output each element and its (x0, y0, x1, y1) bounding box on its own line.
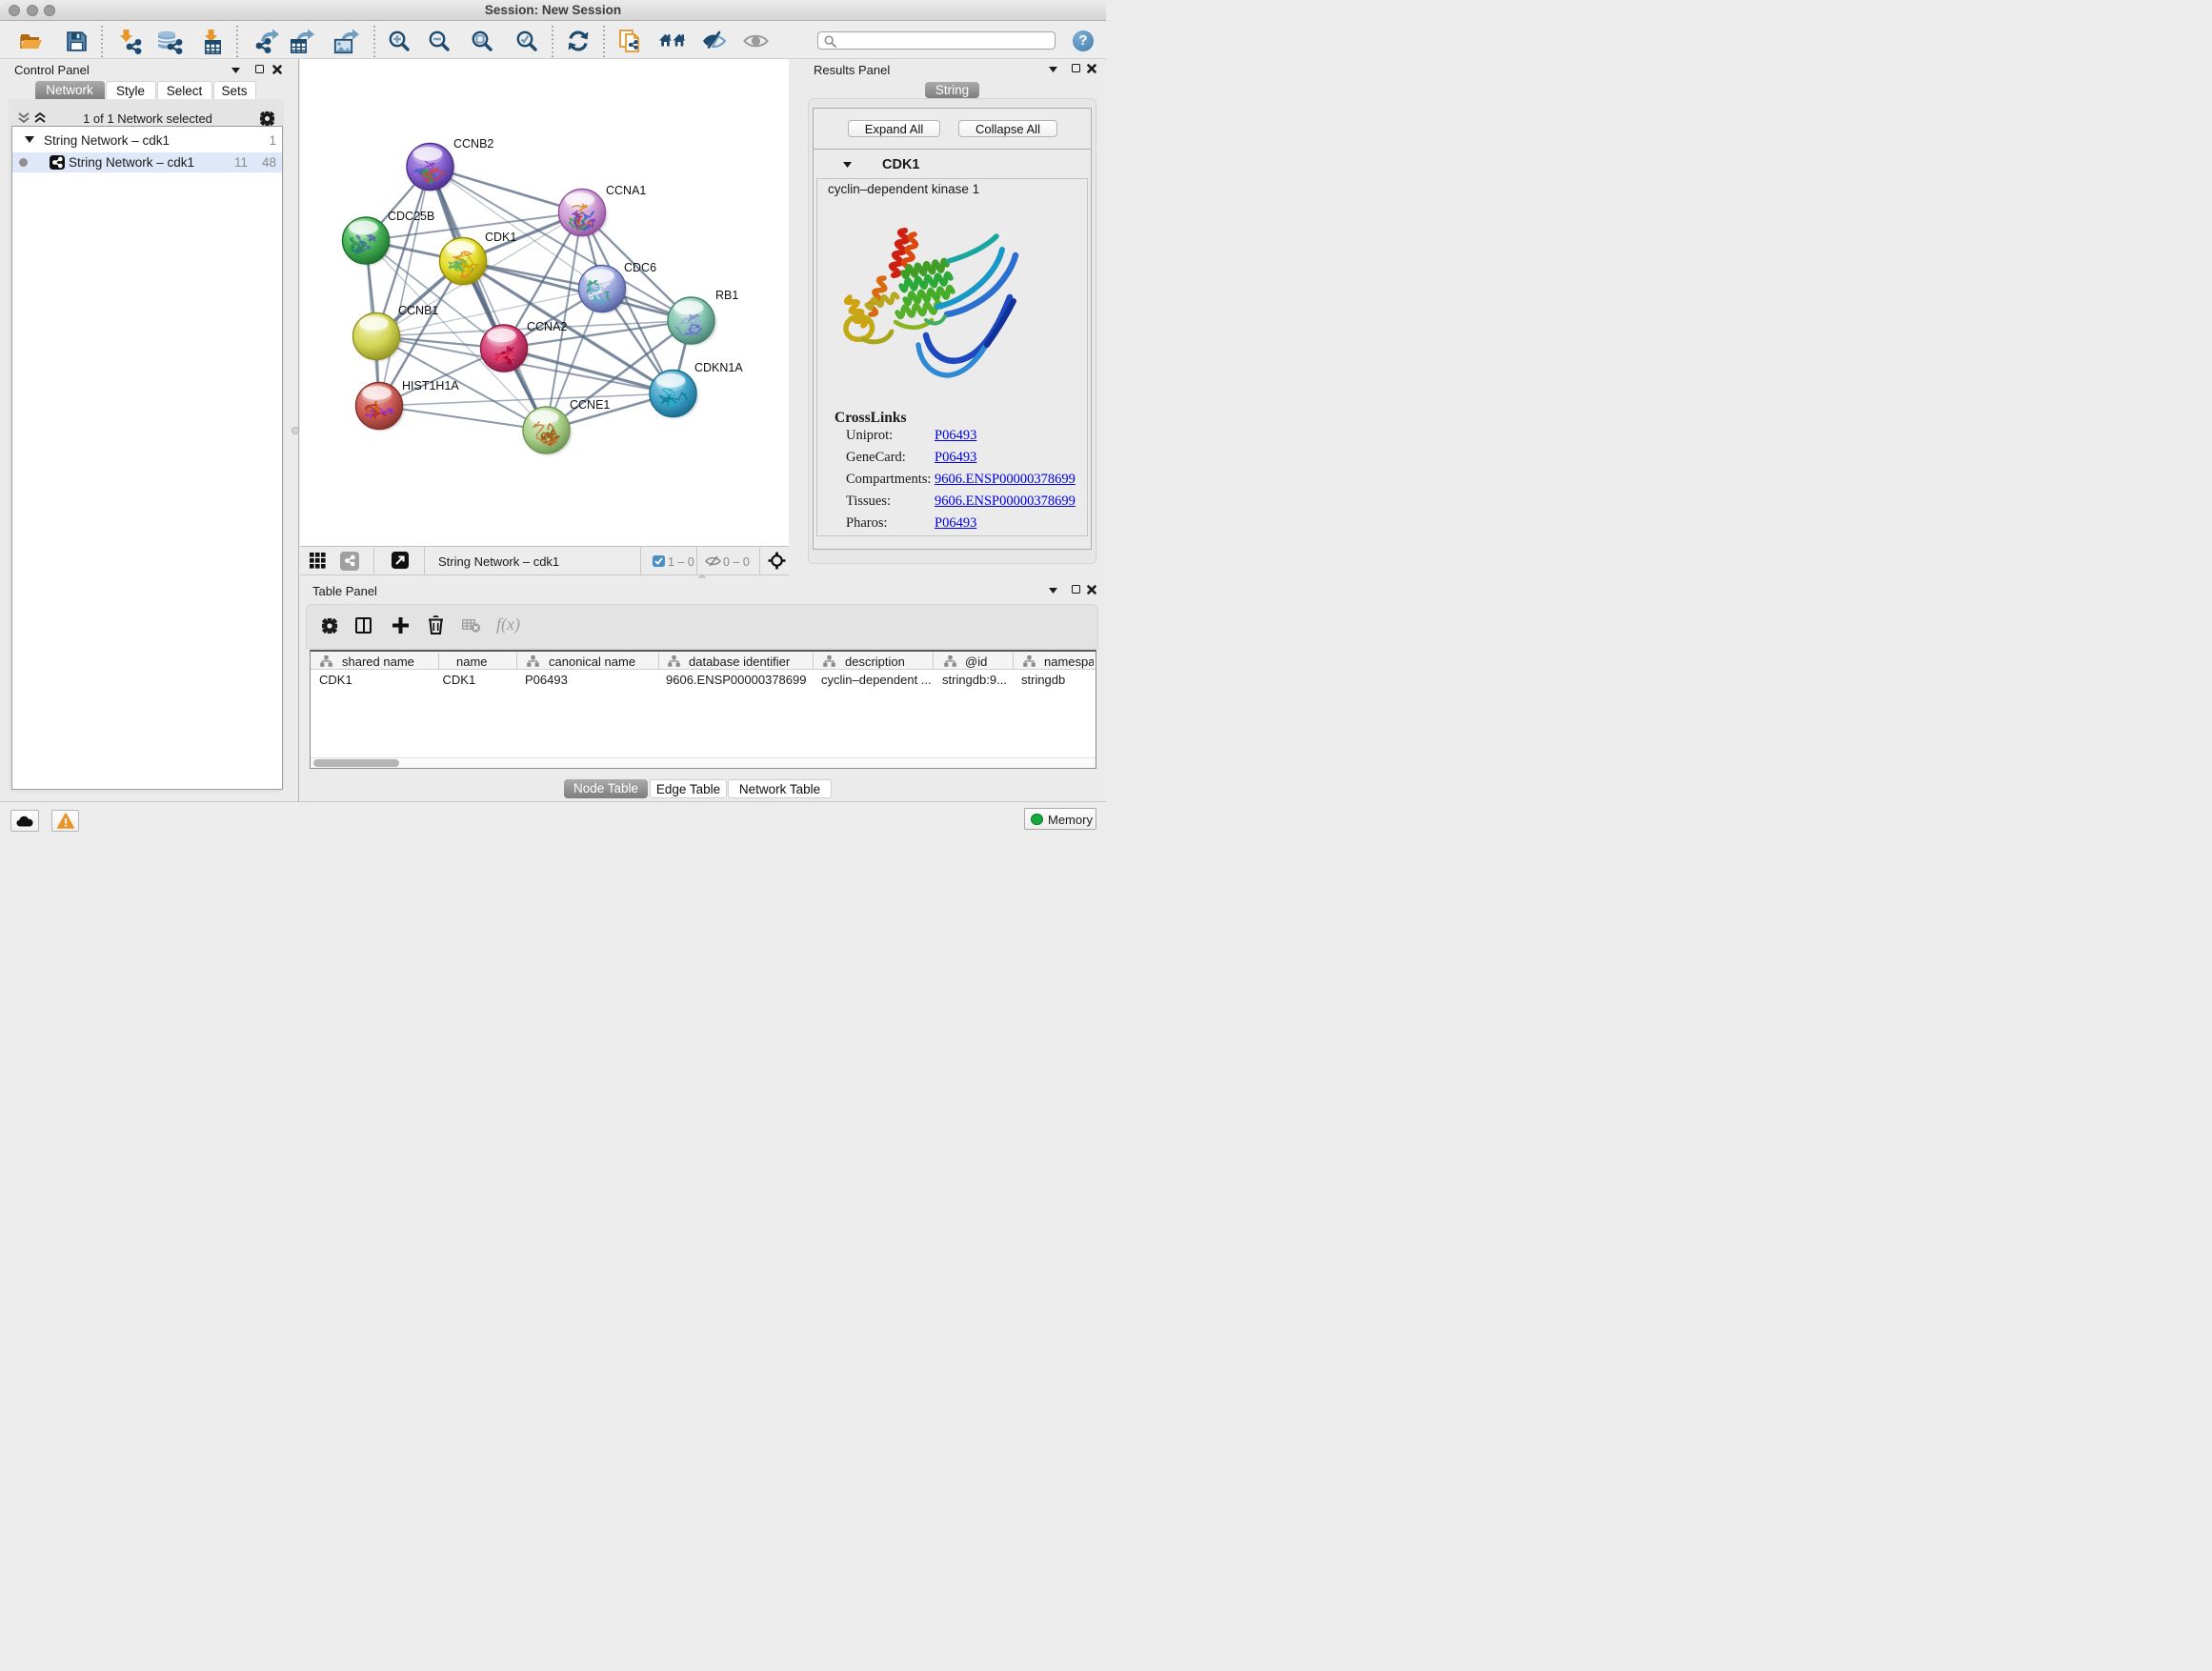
svg-text:HIST1H1A: HIST1H1A (402, 379, 459, 393)
svg-text:CDKN1A: CDKN1A (694, 361, 743, 374)
svg-text:CDK1: CDK1 (485, 231, 516, 244)
svg-text:CDC6: CDC6 (624, 261, 656, 274)
svg-text:RB1: RB1 (715, 289, 738, 302)
svg-text:CCNE1: CCNE1 (570, 398, 610, 412)
svg-text:CCNB2: CCNB2 (453, 137, 493, 151)
svg-text:CDC25B: CDC25B (388, 210, 434, 223)
svg-text:CCNA2: CCNA2 (527, 320, 567, 333)
svg-text:CCNA1: CCNA1 (606, 184, 646, 197)
svg-text:CCNB1: CCNB1 (398, 304, 438, 317)
